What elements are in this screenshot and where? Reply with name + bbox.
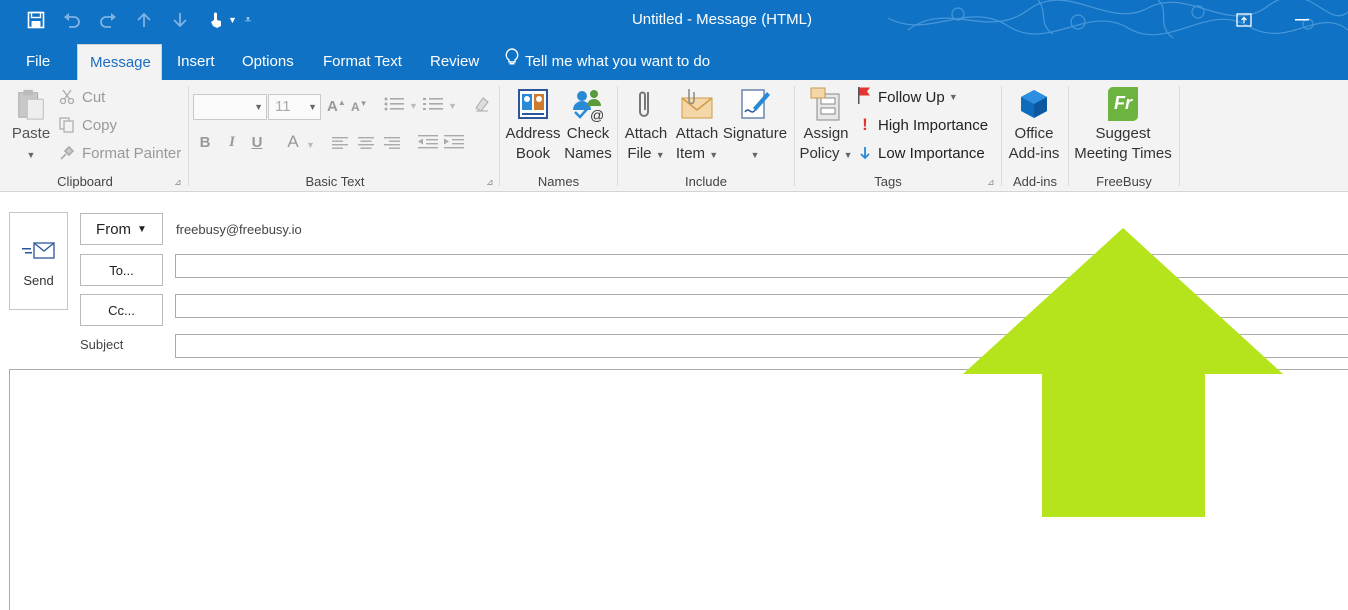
outlook-message-window: ▼ ⩡ Untitled - Message (HTML) File Messa…: [0, 0, 1348, 610]
green-arrow-annotation: [963, 228, 1283, 517]
